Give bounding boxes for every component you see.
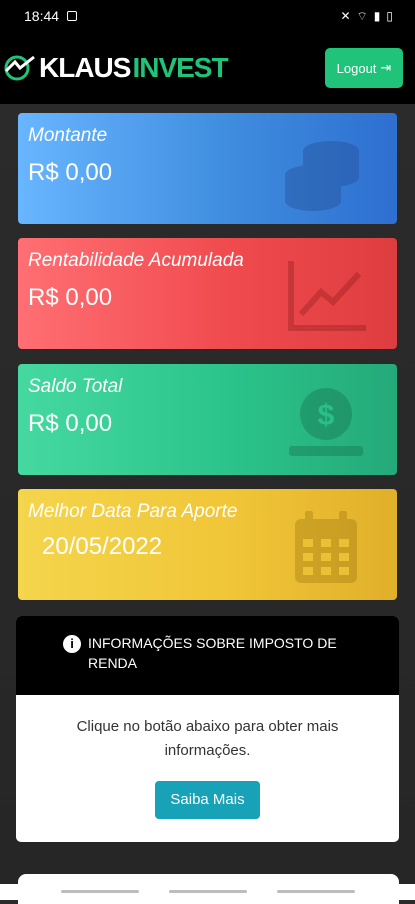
nav-handle-right[interactable] (277, 890, 355, 893)
top-navigation: KLAUS INVEST Logout ⇥ (0, 32, 415, 104)
battery-icon: ▯ (386, 9, 393, 23)
info-icon: i (63, 635, 81, 653)
logout-icon: ⇥ (380, 60, 392, 75)
info-panel-title: INFORMAÇÕES SOBRE IMPOSTO DE RENDA (88, 635, 337, 671)
signal-icon: ▮ (373, 9, 381, 23)
status-time: 18:44 (24, 8, 60, 24)
card-saldo-total: Saldo Total R$ 0,00 $ (18, 364, 397, 475)
info-panel-text: Clique no botão abaixo para obter mais i… (76, 718, 339, 759)
mute-icon: ✕ (340, 9, 351, 23)
card-melhor-data: Melhor Data Para Aporte 20/05/2022 (18, 489, 397, 600)
info-panel-header: i INFORMAÇÕES SOBRE IMPOSTO DE RENDA (16, 616, 399, 695)
system-navigation-bar (0, 884, 415, 900)
dollar-coin-icon: $ (289, 388, 363, 456)
nav-handle-left[interactable] (61, 890, 139, 893)
logout-label: Logout (336, 60, 377, 76)
status-bar: 18:44 ✕ ⌔ ▮ ▯ (0, 0, 415, 32)
logo-mark-icon (4, 55, 35, 81)
card-montante: Montante R$ 0,00 (18, 113, 397, 224)
brand-logo[interactable]: KLAUS INVEST (3, 52, 229, 84)
brand-klaus: KLAUS (39, 52, 131, 83)
saiba-mais-button[interactable]: Saiba Mais (155, 781, 260, 819)
wifi-icon: ⌔ (356, 8, 368, 23)
info-panel-body: Clique no botão abaixo para obter mais i… (16, 695, 399, 819)
dashboard-content: Montante R$ 0,00 Rentabilidade Acumulada… (0, 104, 415, 904)
calendar-icon (295, 511, 357, 583)
notification-icon (67, 11, 78, 21)
logout-button[interactable]: Logout ⇥ (325, 48, 403, 88)
chart-line-icon (288, 261, 366, 331)
status-icons: ✕ ⌔ ▮ ▯ (340, 9, 393, 24)
coins-icon (285, 141, 359, 211)
brand-invest: INVEST (132, 52, 228, 83)
nav-handle-center[interactable] (169, 890, 247, 893)
income-tax-info-panel: i INFORMAÇÕES SOBRE IMPOSTO DE RENDA Cli… (16, 616, 399, 842)
status-left: 18:44 (24, 8, 78, 24)
card-rentabilidade: Rentabilidade Acumulada R$ 0,00 (18, 238, 397, 349)
svg-text:$: $ (318, 399, 335, 432)
